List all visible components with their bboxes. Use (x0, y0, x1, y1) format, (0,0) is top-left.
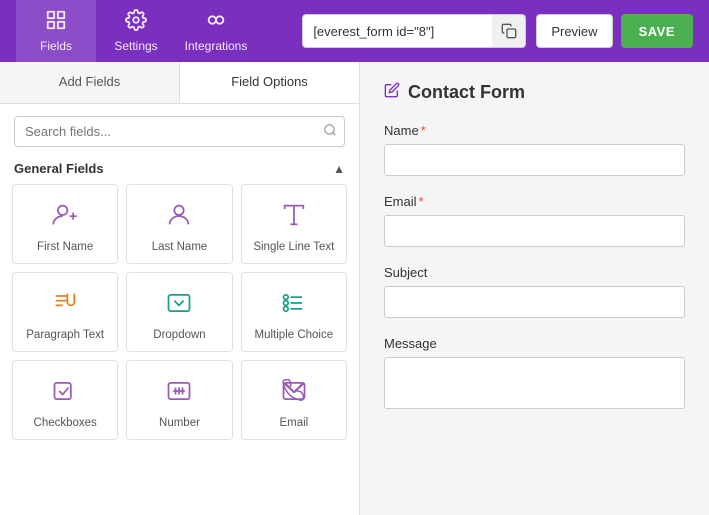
fields-grid: First Name Last Name (0, 184, 359, 448)
search-input[interactable] (14, 116, 345, 147)
tab-bar: Add Fields Field Options (0, 62, 359, 104)
field-card-checkboxes[interactable]: Checkboxes (12, 360, 118, 440)
tab-field-options[interactable]: Field Options (180, 62, 359, 103)
form-label-subject: Subject (384, 265, 685, 280)
required-star-name: * (421, 123, 426, 138)
form-group-email: Email * (384, 194, 685, 247)
field-card-number[interactable]: Number (126, 360, 232, 440)
copy-shortcode-button[interactable] (492, 14, 526, 48)
form-group-name: Name * (384, 123, 685, 176)
left-panel: Add Fields Field Options General Fields … (0, 62, 360, 515)
field-label-single-line: Single Line Text (253, 241, 334, 253)
field-label-dropdown: Dropdown (153, 329, 205, 341)
shortcode-wrapper (302, 14, 526, 48)
field-label-paragraph: Paragraph Text (26, 329, 104, 341)
main-layout: Add Fields Field Options General Fields … (0, 62, 709, 515)
nav-label-fields: Fields (40, 39, 72, 53)
top-nav: Fields Settings Integrations Preview SAV… (0, 0, 709, 62)
right-panel: Contact Form Name * Email * Subject (360, 62, 709, 515)
field-label-last-name: Last Name (152, 241, 208, 253)
field-label-checkboxes: Checkboxes (34, 417, 97, 429)
form-input-email (384, 215, 685, 247)
shortcode-input[interactable] (302, 14, 492, 48)
required-star-email: * (419, 194, 424, 209)
field-card-last-name[interactable]: Last Name (126, 184, 232, 264)
tab-add-fields[interactable]: Add Fields (0, 62, 180, 103)
field-card-email[interactable]: Email (241, 360, 347, 440)
form-label-name: Name * (384, 123, 685, 138)
multiple-choice-icon (280, 289, 308, 321)
email-icon (280, 377, 308, 409)
preview-button[interactable]: Preview (536, 14, 612, 48)
edit-form-icon[interactable] (384, 82, 400, 103)
field-card-multiple-choice[interactable]: Multiple Choice (241, 272, 347, 352)
nav-item-fields[interactable]: Fields (16, 0, 96, 62)
form-group-subject: Subject (384, 265, 685, 318)
form-label-message: Message (384, 336, 685, 351)
search-icon[interactable] (323, 123, 337, 140)
nav-label-settings: Settings (114, 39, 157, 53)
single-line-icon (280, 201, 308, 233)
form-input-subject (384, 286, 685, 318)
form-group-message: Message (384, 336, 685, 409)
section-collapse-arrow[interactable]: ▲ (333, 162, 345, 176)
fields-icon (45, 9, 67, 35)
field-label-number: Number (159, 417, 200, 429)
search-area (0, 104, 359, 155)
field-label-first-name: First Name (37, 241, 93, 253)
form-title: Contact Form (408, 82, 525, 103)
nav-label-integrations: Integrations (185, 39, 248, 53)
nav-item-settings[interactable]: Settings (96, 0, 176, 62)
field-card-paragraph[interactable]: Paragraph Text (12, 272, 118, 352)
field-card-first-name[interactable]: First Name (12, 184, 118, 264)
field-card-dropdown[interactable]: Dropdown (126, 272, 232, 352)
field-label-multiple-choice: Multiple Choice (255, 329, 334, 341)
form-title-row: Contact Form (384, 82, 685, 103)
save-button[interactable]: SAVE (621, 14, 693, 48)
field-label-email-field: Email (279, 417, 308, 429)
form-label-email: Email * (384, 194, 685, 209)
section-label: General Fields (14, 161, 104, 176)
checkboxes-icon (51, 377, 79, 409)
settings-icon (125, 9, 147, 35)
section-header: General Fields ▲ (0, 155, 359, 184)
integrations-icon (205, 9, 227, 35)
last-name-icon (165, 201, 193, 233)
first-name-icon (51, 201, 79, 233)
dropdown-icon (165, 289, 193, 321)
paragraph-icon (51, 289, 79, 321)
form-input-message (384, 357, 685, 409)
number-icon (165, 377, 193, 409)
nav-item-integrations[interactable]: Integrations (176, 0, 256, 62)
form-input-name (384, 144, 685, 176)
field-card-single-line[interactable]: Single Line Text (241, 184, 347, 264)
